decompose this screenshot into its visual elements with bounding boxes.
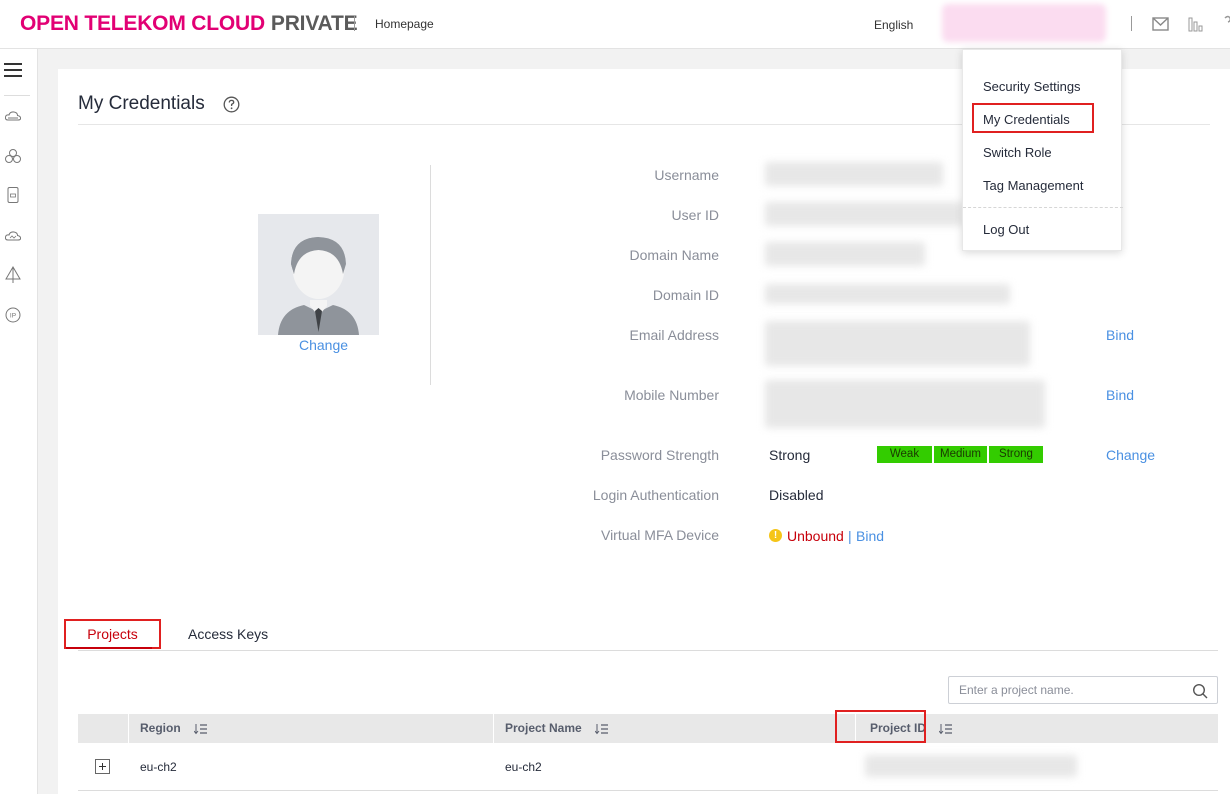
stats-icon[interactable] <box>1188 16 1204 32</box>
bind-mfa-link[interactable]: Bind <box>856 528 884 544</box>
change-password-link[interactable]: Change <box>1106 447 1155 463</box>
expand-row-icon[interactable] <box>95 759 110 774</box>
brand-name: OPEN TELEKOM CLOUD <box>20 12 265 35</box>
menu-highlight <box>972 103 1094 133</box>
help-icon[interactable] <box>1222 14 1230 30</box>
mobile-value-redacted <box>765 380 1045 428</box>
password-strength-meter: Weak Medium Strong <box>877 446 1043 463</box>
user-avatar-icon <box>258 214 379 335</box>
left-nav-rail: IP <box>0 49 38 794</box>
strength-weak: Weak <box>877 446 932 463</box>
tabs-divider <box>78 650 1218 651</box>
project-name-cell: eu-ch2 <box>505 760 542 774</box>
domain-id-label: Domain ID <box>652 287 719 303</box>
storage-icon[interactable] <box>4 186 22 204</box>
domain-id-value-redacted <box>765 284 1010 304</box>
rail-divider <box>4 95 30 96</box>
domain-name-label: Domain Name <box>629 247 719 263</box>
username-value-redacted <box>765 162 943 186</box>
email-label: Email Address <box>629 327 719 343</box>
tab-projects[interactable]: Projects <box>64 619 161 649</box>
sort-icon[interactable] <box>595 723 609 735</box>
sort-icon[interactable] <box>939 723 953 735</box>
password-strength-label: Password Strength <box>600 447 719 463</box>
svg-text:IP: IP <box>10 313 16 320</box>
table-row: eu-ch2 eu-ch2 <box>78 743 1218 791</box>
mfa-status: Unbound <box>787 528 844 544</box>
user-menu: Security Settings My Credentials Switch … <box>962 49 1123 251</box>
cloud-server-icon[interactable] <box>4 108 22 126</box>
password-strength-value: Strong <box>769 447 811 463</box>
username-redacted[interactable] <box>942 4 1106 42</box>
language-selector[interactable]: English <box>874 18 913 32</box>
column-header-label: Region <box>140 721 181 735</box>
email-value-redacted <box>765 321 1030 366</box>
column-header-label: Project Name <box>505 721 582 735</box>
project-search <box>948 676 1218 704</box>
projects-table-header: Region Project Name Project ID <box>78 714 1218 743</box>
warning-icon: ! <box>769 529 782 542</box>
brand-logo[interactable]: OPEN TELEKOM CLOUD PRIVATE <box>20 12 358 36</box>
top-bar: OPEN TELEKOM CLOUD PRIVATE Homepage Engli… <box>0 0 1230 49</box>
cloud-icon[interactable] <box>4 227 22 245</box>
strength-strong: Strong <box>989 446 1043 463</box>
domain-name-value-redacted <box>765 242 925 266</box>
profile-divider <box>430 165 431 385</box>
active-tab-indicator <box>66 647 152 649</box>
sort-icon[interactable] <box>194 723 208 735</box>
page-title: My Credentials <box>78 93 205 114</box>
user-id-value-redacted <box>765 202 963 226</box>
column-divider <box>493 714 494 743</box>
column-divider <box>128 714 129 743</box>
homepage-link[interactable]: Homepage <box>375 17 434 31</box>
login-auth-value: Disabled <box>769 487 824 503</box>
mail-icon[interactable] <box>1152 17 1169 31</box>
tab-access-keys[interactable]: Access Keys <box>188 626 268 642</box>
menu-item-log-out[interactable]: Log Out <box>983 222 1029 237</box>
project-id-value-redacted <box>865 755 1077 777</box>
username-label: Username <box>654 167 719 183</box>
ip-icon[interactable]: IP <box>4 306 22 324</box>
search-icon[interactable] <box>1192 683 1208 699</box>
project-search-input[interactable] <box>959 683 1179 697</box>
menu-divider <box>963 207 1123 208</box>
mobile-label: Mobile Number <box>624 387 719 403</box>
menu-item-tag-management[interactable]: Tag Management <box>983 178 1083 193</box>
change-avatar-link[interactable]: Change <box>299 337 348 353</box>
brand-suffix: PRIVATE <box>270 12 358 35</box>
login-auth-label: Login Authentication <box>592 487 719 503</box>
region-cell: eu-ch2 <box>140 760 177 774</box>
column-header-region[interactable]: Region <box>140 714 208 743</box>
project-id-highlight <box>835 710 926 743</box>
column-header-project-name[interactable]: Project Name <box>505 714 609 743</box>
network-icon[interactable] <box>4 266 22 284</box>
mfa-label: Virtual MFA Device <box>600 527 719 543</box>
menu-item-switch-role[interactable]: Switch Role <box>983 145 1052 160</box>
bind-mobile-link[interactable]: Bind <box>1106 387 1134 403</box>
menu-item-security-settings[interactable]: Security Settings <box>983 79 1081 94</box>
header-separator <box>354 16 355 31</box>
help-icon[interactable] <box>223 96 240 113</box>
mfa-separator: | <box>848 528 852 544</box>
user-id-label: User ID <box>671 207 719 223</box>
cluster-icon[interactable] <box>4 147 22 165</box>
header-separator <box>1131 16 1132 31</box>
bind-email-link[interactable]: Bind <box>1106 327 1134 343</box>
avatar <box>258 214 379 335</box>
strength-medium: Medium <box>934 446 987 463</box>
